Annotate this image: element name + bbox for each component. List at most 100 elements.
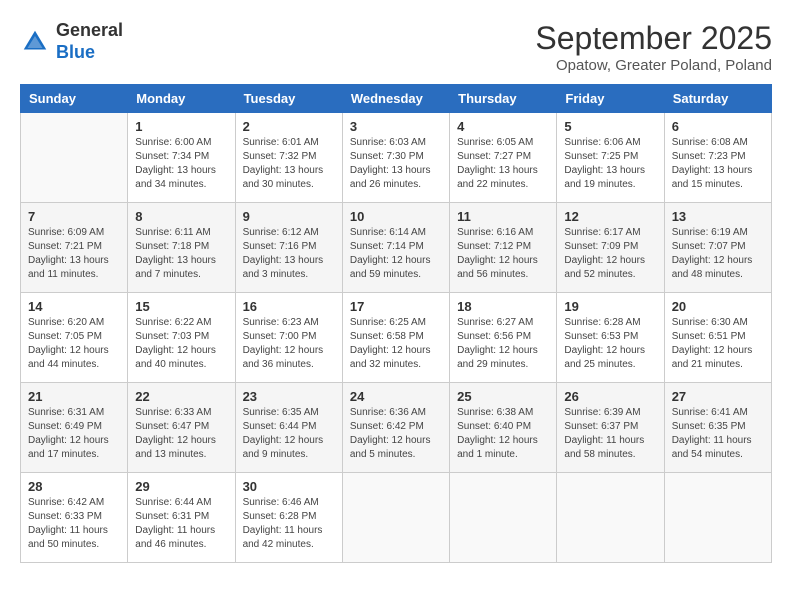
day-number: 24 <box>350 389 442 404</box>
day-number: 26 <box>564 389 656 404</box>
day-number: 19 <box>564 299 656 314</box>
calendar-day-cell <box>664 473 771 563</box>
day-sun-info: Sunrise: 6:17 AMSunset: 7:09 PMDaylight:… <box>564 226 656 282</box>
day-sun-info: Sunrise: 6:11 AMSunset: 7:18 PMDaylight:… <box>135 226 227 282</box>
day-sun-info: Sunrise: 6:44 AMSunset: 6:31 PMDaylight:… <box>135 496 227 552</box>
day-number: 17 <box>350 299 442 314</box>
day-number: 25 <box>457 389 549 404</box>
calendar-day-cell: 10 Sunrise: 6:14 AMSunset: 7:14 PMDayligh… <box>342 203 449 293</box>
day-sun-info: Sunrise: 6:22 AMSunset: 7:03 PMDaylight:… <box>135 316 227 372</box>
day-of-week-header: Monday <box>128 85 235 113</box>
calendar-day-cell: 2 Sunrise: 6:01 AMSunset: 7:32 PMDaylight… <box>235 113 342 203</box>
calendar-day-cell: 21 Sunrise: 6:31 AMSunset: 6:49 PMDayligh… <box>21 383 128 473</box>
location-subtitle: Opatow, Greater Poland, Poland <box>535 57 772 74</box>
day-of-week-header: Thursday <box>450 85 557 113</box>
calendar-day-cell: 9 Sunrise: 6:12 AMSunset: 7:16 PMDaylight… <box>235 203 342 293</box>
day-sun-info: Sunrise: 6:12 AMSunset: 7:16 PMDaylight:… <box>243 226 335 282</box>
calendar-day-cell: 23 Sunrise: 6:35 AMSunset: 6:44 PMDayligh… <box>235 383 342 473</box>
month-title: September 2025 <box>535 20 772 57</box>
day-sun-info: Sunrise: 6:28 AMSunset: 6:53 PMDaylight:… <box>564 316 656 372</box>
day-number: 1 <box>135 119 227 134</box>
day-sun-info: Sunrise: 6:16 AMSunset: 7:12 PMDaylight:… <box>457 226 549 282</box>
day-sun-info: Sunrise: 6:14 AMSunset: 7:14 PMDaylight:… <box>350 226 442 282</box>
day-sun-info: Sunrise: 6:42 AMSunset: 6:33 PMDaylight:… <box>28 496 120 552</box>
day-number: 12 <box>564 209 656 224</box>
day-sun-info: Sunrise: 6:39 AMSunset: 6:37 PMDaylight:… <box>564 406 656 462</box>
day-sun-info: Sunrise: 6:09 AMSunset: 7:21 PMDaylight:… <box>28 226 120 282</box>
logo-text: General Blue <box>56 20 123 63</box>
calendar-day-cell: 6Sunrise: 6:08 AMSunset: 7:23 PMDaylight… <box>664 113 771 203</box>
day-number: 3 <box>350 119 442 134</box>
day-number: 10 <box>350 209 442 224</box>
day-number: 30 <box>243 479 335 494</box>
day-sun-info: Sunrise: 6:19 AMSunset: 7:07 PMDaylight:… <box>672 226 764 282</box>
calendar-day-cell: 30 Sunrise: 6:46 AMSunset: 6:28 PMDayligh… <box>235 473 342 563</box>
day-sun-info: Sunrise: 6:30 AMSunset: 6:51 PMDaylight:… <box>672 316 764 372</box>
logo-general: General <box>56 20 123 40</box>
calendar-day-cell: 16Sunrise: 6:23 AMSunset: 7:00 PMDayligh… <box>235 293 342 383</box>
logo: General Blue <box>20 20 123 63</box>
calendar-week-row: 7 Sunrise: 6:09 AMSunset: 7:21 PMDaylight… <box>21 203 772 293</box>
calendar-day-cell: 18 Sunrise: 6:27 AMSunset: 6:56 PMDayligh… <box>450 293 557 383</box>
day-of-week-header: Tuesday <box>235 85 342 113</box>
calendar-day-cell: 26 Sunrise: 6:39 AMSunset: 6:37 PMDayligh… <box>557 383 664 473</box>
calendar-day-cell: 29Sunrise: 6:44 AMSunset: 6:31 PMDayligh… <box>128 473 235 563</box>
day-number: 20 <box>672 299 764 314</box>
day-sun-info: Sunrise: 6:05 AMSunset: 7:27 PMDaylight:… <box>457 136 549 192</box>
calendar-day-cell: 28Sunrise: 6:42 AMSunset: 6:33 PMDayligh… <box>21 473 128 563</box>
calendar-week-row: 1 Sunrise: 6:00 AMSunset: 7:34 PMDaylight… <box>21 113 772 203</box>
calendar-day-cell: 15 Sunrise: 6:22 AMSunset: 7:03 PMDayligh… <box>128 293 235 383</box>
calendar-day-cell <box>342 473 449 563</box>
day-sun-info: Sunrise: 6:25 AMSunset: 6:58 PMDaylight:… <box>350 316 442 372</box>
calendar-day-cell: 4Sunrise: 6:05 AMSunset: 7:27 PMDaylight… <box>450 113 557 203</box>
day-number: 22 <box>135 389 227 404</box>
calendar-day-cell: 20 Sunrise: 6:30 AMSunset: 6:51 PMDayligh… <box>664 293 771 383</box>
calendar-day-cell: 7 Sunrise: 6:09 AMSunset: 7:21 PMDaylight… <box>21 203 128 293</box>
calendar-day-cell: 24 Sunrise: 6:36 AMSunset: 6:42 PMDayligh… <box>342 383 449 473</box>
day-number: 8 <box>135 209 227 224</box>
day-sun-info: Sunrise: 6:08 AMSunset: 7:23 PMDaylight:… <box>672 136 764 192</box>
day-number: 5 <box>564 119 656 134</box>
day-number: 15 <box>135 299 227 314</box>
day-number: 7 <box>28 209 120 224</box>
day-sun-info: Sunrise: 6:38 AMSunset: 6:40 PMDaylight:… <box>457 406 549 462</box>
calendar-day-cell: 25 Sunrise: 6:38 AMSunset: 6:40 PMDayligh… <box>450 383 557 473</box>
day-number: 18 <box>457 299 549 314</box>
calendar-day-cell: 12 Sunrise: 6:17 AMSunset: 7:09 PMDayligh… <box>557 203 664 293</box>
calendar-day-cell: 19 Sunrise: 6:28 AMSunset: 6:53 PMDayligh… <box>557 293 664 383</box>
day-of-week-header: Wednesday <box>342 85 449 113</box>
day-number: 2 <box>243 119 335 134</box>
day-sun-info: Sunrise: 6:27 AMSunset: 6:56 PMDaylight:… <box>457 316 549 372</box>
calendar-day-cell <box>557 473 664 563</box>
day-sun-info: Sunrise: 6:35 AMSunset: 6:44 PMDaylight:… <box>243 406 335 462</box>
calendar-day-cell: 14 Sunrise: 6:20 AMSunset: 7:05 PMDayligh… <box>21 293 128 383</box>
day-sun-info: Sunrise: 6:46 AMSunset: 6:28 PMDaylight:… <box>243 496 335 552</box>
page-header: General Blue September 2025 Opatow, Grea… <box>20 20 772 74</box>
day-of-week-header: Saturday <box>664 85 771 113</box>
day-sun-info: Sunrise: 6:33 AMSunset: 6:47 PMDaylight:… <box>135 406 227 462</box>
calendar-week-row: 28Sunrise: 6:42 AMSunset: 6:33 PMDayligh… <box>21 473 772 563</box>
calendar-week-row: 21 Sunrise: 6:31 AMSunset: 6:49 PMDayligh… <box>21 383 772 473</box>
day-number: 11 <box>457 209 549 224</box>
title-block: September 2025 Opatow, Greater Poland, P… <box>535 20 772 74</box>
day-number: 23 <box>243 389 335 404</box>
calendar-day-cell: 5Sunrise: 6:06 AMSunset: 7:25 PMDaylight… <box>557 113 664 203</box>
calendar-day-cell: 8 Sunrise: 6:11 AMSunset: 7:18 PMDaylight… <box>128 203 235 293</box>
day-number: 27 <box>672 389 764 404</box>
day-number: 9 <box>243 209 335 224</box>
calendar-day-cell: 27Sunrise: 6:41 AMSunset: 6:35 PMDayligh… <box>664 383 771 473</box>
day-sun-info: Sunrise: 6:01 AMSunset: 7:32 PMDaylight:… <box>243 136 335 192</box>
calendar-day-cell: 3Sunrise: 6:03 AMSunset: 7:30 PMDaylight… <box>342 113 449 203</box>
day-sun-info: Sunrise: 6:20 AMSunset: 7:05 PMDaylight:… <box>28 316 120 372</box>
day-sun-info: Sunrise: 6:00 AMSunset: 7:34 PMDaylight:… <box>135 136 227 192</box>
day-number: 14 <box>28 299 120 314</box>
calendar-day-cell <box>450 473 557 563</box>
day-number: 21 <box>28 389 120 404</box>
calendar-day-cell <box>21 113 128 203</box>
calendar-day-cell: 11 Sunrise: 6:16 AMSunset: 7:12 PMDayligh… <box>450 203 557 293</box>
logo-blue: Blue <box>56 42 95 62</box>
day-of-week-header: Friday <box>557 85 664 113</box>
day-sun-info: Sunrise: 6:36 AMSunset: 6:42 PMDaylight:… <box>350 406 442 462</box>
day-sun-info: Sunrise: 6:31 AMSunset: 6:49 PMDaylight:… <box>28 406 120 462</box>
day-number: 16 <box>243 299 335 314</box>
